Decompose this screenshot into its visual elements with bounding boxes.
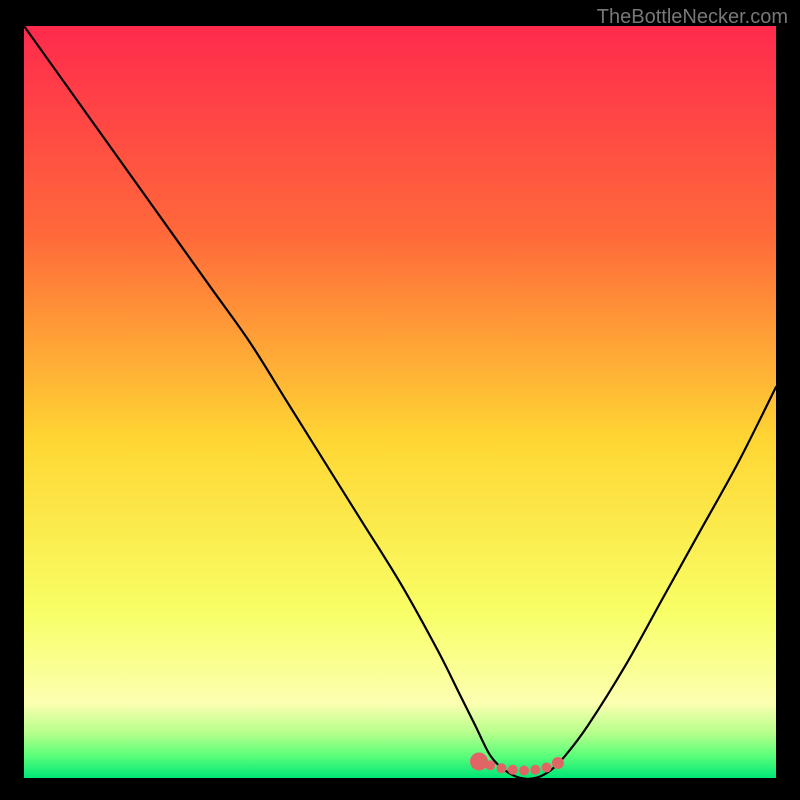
gradient-background	[24, 26, 776, 778]
bottleneck-chart	[24, 26, 776, 778]
optimal-marker	[530, 765, 540, 775]
plot-area	[24, 26, 776, 778]
optimal-marker	[519, 765, 529, 775]
optimal-marker	[552, 757, 564, 769]
optimal-marker	[508, 765, 518, 775]
optimal-marker	[470, 752, 488, 770]
optimal-marker	[497, 763, 507, 773]
chart-frame: TheBottleNecker.com	[0, 0, 800, 800]
optimal-marker	[542, 762, 552, 772]
optimal-marker	[485, 760, 495, 770]
